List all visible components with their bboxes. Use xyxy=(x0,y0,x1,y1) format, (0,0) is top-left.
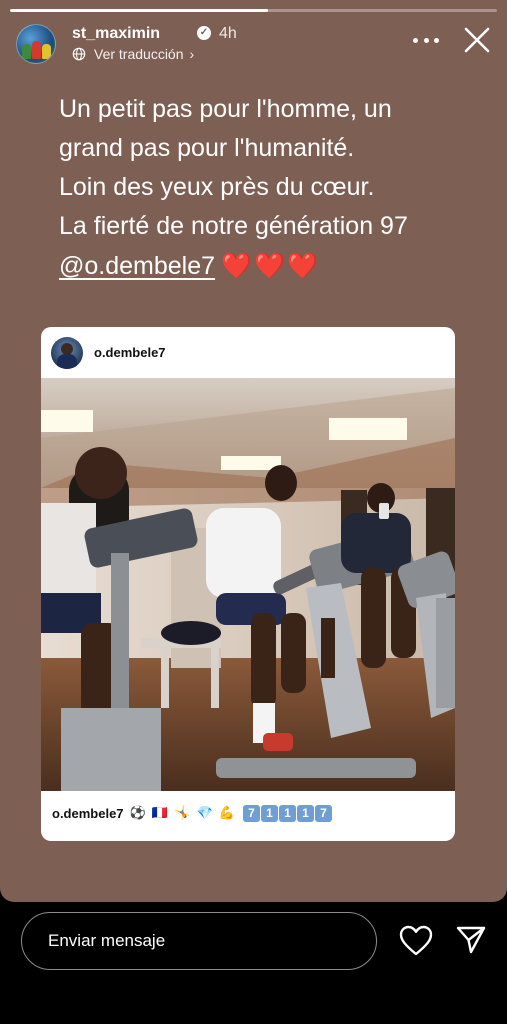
dot-icon xyxy=(413,37,418,43)
see-translation-label: Ver traducción xyxy=(94,46,184,62)
user-avatar[interactable] xyxy=(16,24,56,64)
digit-1-emoji: 1 xyxy=(297,805,314,822)
caption-line: Loin des yeux près du cœur. xyxy=(59,173,375,201)
shared-post-header: o.dembele7 xyxy=(41,327,455,378)
close-icon[interactable] xyxy=(463,26,491,54)
see-translation-link[interactable]: Ver traducción › xyxy=(72,46,194,62)
caption-line: grand pas pour l'humanité. xyxy=(59,134,355,162)
story-progress-bar xyxy=(10,9,497,12)
digit-1-emoji: 1 xyxy=(261,805,278,822)
shared-post-caption: o.dembele7 ⚽ 🇫🇷 🤸 💎 💪 71117 xyxy=(52,805,332,822)
digit-7-emoji: 7 xyxy=(243,805,260,822)
hearts-emoji: ❤️❤️❤️ xyxy=(221,251,321,280)
shared-post-caption-emojis: ⚽ 🇫🇷 🤸 💎 💪 xyxy=(129,806,236,821)
chevron-right-icon: › xyxy=(189,46,195,62)
story-username[interactable]: st_maximin xyxy=(72,25,160,43)
story-caption: Un petit pas pour l'homme, un grand pas … xyxy=(59,90,479,286)
digit-7-emoji: 7 xyxy=(315,805,332,822)
story-frame[interactable]: st_maximin ✓ 4h Ver traducción › Un peti… xyxy=(0,0,507,902)
send-message-input[interactable] xyxy=(21,912,377,970)
gym-photo xyxy=(41,378,455,791)
shared-post-card[interactable]: o.dembele7 o.dembele7 ⚽ 🇫🇷 🤸 💎 💪 7 1 1 1… xyxy=(41,327,455,841)
verified-badge-icon: ✓ xyxy=(197,26,211,40)
story-progress-fill xyxy=(10,9,269,12)
more-options-button[interactable] xyxy=(413,30,439,50)
shared-post-avatar[interactable] xyxy=(51,336,83,369)
shared-post-caption-user[interactable]: o.dembele7 xyxy=(52,806,124,821)
globe-icon xyxy=(72,47,86,61)
story-timestamp: 4h xyxy=(219,25,237,42)
send-icon[interactable] xyxy=(455,924,487,956)
heart-icon[interactable] xyxy=(399,925,433,957)
user-mention-link[interactable]: @o.dembele7 xyxy=(59,252,215,280)
caption-line: Un petit pas pour l'homme, un xyxy=(59,95,392,123)
dot-icon xyxy=(434,37,439,43)
story-header: st_maximin ✓ 4h Ver traducción › xyxy=(16,22,495,66)
shared-post-username[interactable]: o.dembele7 xyxy=(94,345,166,360)
dot-icon xyxy=(423,37,429,43)
caption-mention-line: @o.dembele7 ❤️❤️❤️ xyxy=(59,246,479,286)
caption-line: La fierté de notre génération 97 xyxy=(59,212,408,240)
digit-1-emoji: 1 xyxy=(279,805,296,822)
